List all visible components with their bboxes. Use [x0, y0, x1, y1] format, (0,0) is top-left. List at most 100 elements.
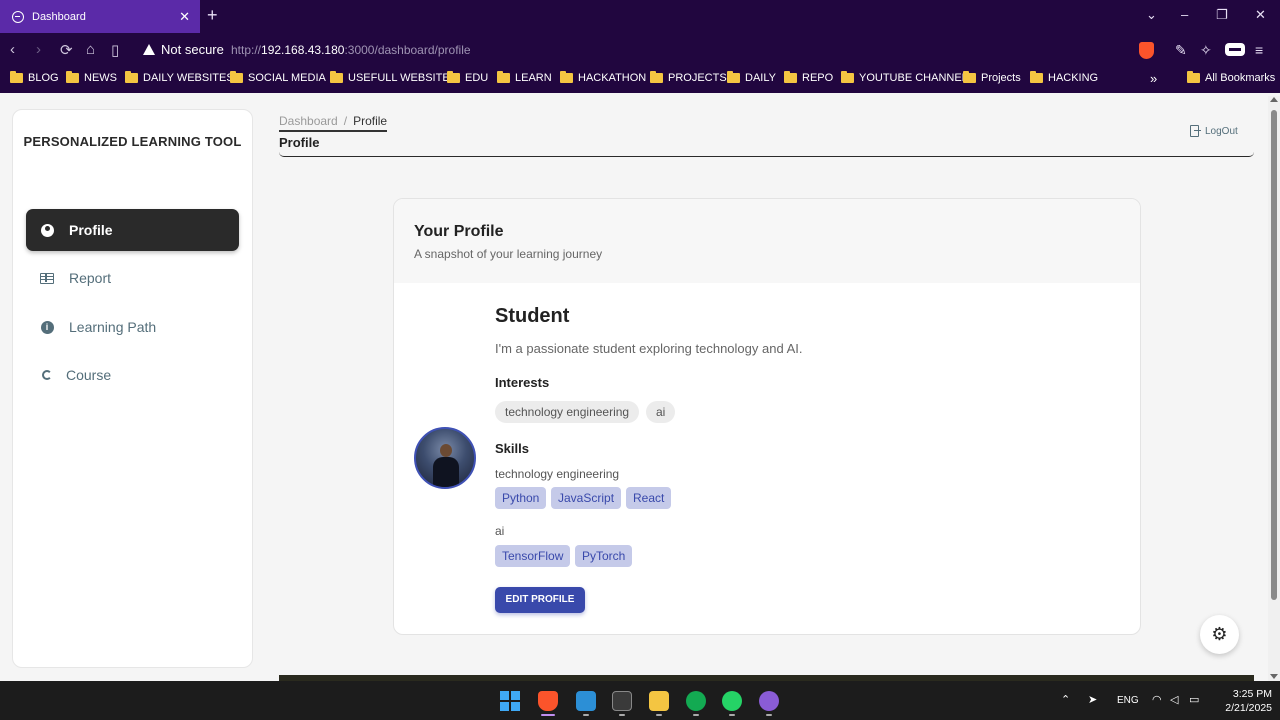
terminal-icon[interactable] — [612, 691, 632, 711]
url-path: :3000/dashboard/profile — [344, 43, 471, 57]
os-taskbar: ⌃ ➤ ENG ◠ ◁ ▭ 3:25 PM 2/21/2025 — [0, 681, 1280, 720]
profile-bio: I'm a passionate student exploring techn… — [495, 341, 803, 356]
header-divider — [279, 152, 1254, 157]
edit-profile-button[interactable]: EDIT PROFILE — [495, 587, 585, 613]
chevron-up-icon[interactable]: ⌃ — [1061, 693, 1070, 706]
person-icon — [40, 223, 54, 237]
language-indicator[interactable]: ENG — [1117, 695, 1139, 706]
bookmark-folder[interactable]: HACKING — [1030, 71, 1098, 84]
tab-title: Dashboard — [32, 10, 86, 23]
system-clock[interactable]: 3:25 PM 2/21/2025 — [1212, 687, 1272, 715]
bookmark-folder[interactable]: EDU — [447, 71, 489, 84]
bookmark-icon[interactable]: ▯ — [111, 41, 119, 59]
breadcrumb-current: Profile — [353, 114, 388, 128]
wallet-icon[interactable] — [1225, 43, 1245, 56]
bookmark-folder[interactable]: YOUTUBE CHANNEL — [841, 71, 968, 84]
volume-icon[interactable]: ◁ — [1170, 693, 1178, 706]
tab-search-icon[interactable]: ⌄ — [1146, 7, 1157, 23]
sidebar-item-profile[interactable]: Profile — [26, 209, 239, 251]
pen-icon[interactable]: ✎ — [1175, 42, 1187, 59]
extensions-icon[interactable]: ✧ — [1200, 42, 1212, 59]
maximize-button[interactable]: ❐ — [1216, 7, 1228, 23]
bookmark-folder[interactable]: PROJECTS — [650, 71, 727, 84]
bookmark-label: REPO — [802, 72, 834, 84]
back-icon[interactable]: ‹ — [10, 41, 15, 58]
bookmark-label: DAILY WEBSITES — [143, 72, 234, 84]
bookmark-folder[interactable]: BLOG — [10, 71, 59, 84]
address-bar: ‹ › ⟳ ⌂ ▯ Not secure http://192.168.43.1… — [0, 33, 1280, 67]
battery-icon[interactable]: ▭ — [1189, 693, 1199, 706]
breadcrumb-underline — [279, 130, 387, 132]
breadcrumb-dashboard[interactable]: Dashboard — [279, 114, 338, 128]
profile-card-header: Your Profile A snapshot of your learning… — [394, 199, 1140, 283]
page-content: PERSONALIZED LEARNING TOOL Profile Repor… — [0, 96, 1268, 681]
security-indicator[interactable]: Not secure — [143, 42, 224, 57]
menu-icon[interactable]: ≡ — [1255, 42, 1263, 58]
sidebar: PERSONALIZED LEARNING TOOL Profile Repor… — [12, 109, 253, 668]
reload-icon[interactable]: ⟳ — [60, 41, 73, 59]
vscode-icon[interactable] — [576, 691, 596, 711]
whatsapp-icon[interactable] — [722, 691, 742, 711]
folder-icon — [447, 71, 460, 83]
bookmark-label: DAILY — [745, 72, 776, 84]
card-subtitle: A snapshot of your learning journey — [414, 247, 603, 261]
github-desktop-icon[interactable] — [759, 691, 779, 711]
bookmark-folder[interactable]: REPO — [784, 71, 834, 84]
brave-shields-icon[interactable] — [1139, 42, 1154, 59]
scroll-up-icon[interactable] — [1270, 97, 1278, 102]
minimize-button[interactable]: – — [1181, 7, 1188, 22]
bookmark-label: SOCIAL MEDIA — [248, 72, 326, 84]
bookmark-label: All Bookmarks — [1205, 72, 1276, 84]
scrollbar-thumb[interactable] — [1271, 110, 1277, 600]
folder-icon — [727, 71, 740, 83]
new-tab-button[interactable]: + — [207, 5, 218, 26]
bookmark-folder[interactable]: SOCIAL MEDIA — [230, 71, 326, 84]
bookmark-label: LEARN — [515, 72, 552, 84]
sidebar-item-learning-path[interactable]: i Learning Path — [26, 306, 239, 348]
browser-tab-dashboard[interactable]: Dashboard ✕ — [0, 0, 200, 33]
sidebar-item-report[interactable]: Report — [26, 257, 239, 299]
windows-start-icon[interactable] — [500, 691, 520, 711]
bookmark-folder[interactable]: HACKATHON — [560, 71, 646, 84]
security-label: Not secure — [161, 42, 224, 57]
bookmark-label: EDU — [465, 72, 489, 84]
info-icon: i — [40, 320, 54, 334]
bookmark-folder[interactable]: DAILY WEBSITES — [125, 71, 234, 84]
file-explorer-icon[interactable] — [649, 691, 669, 711]
bookmark-folder[interactable]: Projects — [963, 71, 1021, 84]
mongodb-compass-icon[interactable] — [686, 691, 706, 711]
url-field[interactable]: http://192.168.43.180:3000/dashboard/pro… — [231, 43, 471, 57]
interest-chip: technology engineering — [495, 401, 640, 423]
folder-icon — [841, 71, 854, 83]
sidebar-item-course[interactable]: Course — [26, 354, 239, 396]
bookmark-label: BLOG — [28, 72, 59, 84]
bookmark-folder[interactable]: USEFULL WEBSITES — [330, 71, 457, 84]
close-window-button[interactable]: ✕ — [1255, 7, 1266, 23]
folder-icon — [230, 71, 243, 83]
settings-fab[interactable]: ⚙ — [1200, 615, 1239, 654]
bookmark-folder[interactable]: DAILY — [727, 71, 776, 84]
folder-icon — [66, 71, 79, 83]
page-scrollbar[interactable] — [1268, 96, 1280, 681]
forward-icon[interactable]: › — [36, 41, 41, 58]
app-indicator — [583, 714, 589, 716]
bookmark-folder[interactable]: NEWS — [66, 71, 117, 84]
folder-icon — [1187, 71, 1200, 83]
table-icon — [40, 272, 54, 284]
telegram-icon[interactable]: ➤ — [1088, 693, 1097, 706]
scroll-down-icon[interactable] — [1270, 674, 1278, 679]
gear-icon: ⚙ — [1211, 624, 1228, 644]
home-icon[interactable]: ⌂ — [86, 41, 95, 58]
folder-icon — [125, 71, 138, 83]
bookmark-folder[interactable]: LEARN — [497, 71, 552, 84]
brave-browser-icon[interactable] — [538, 691, 558, 711]
url-scheme: http:// — [231, 43, 262, 57]
more-bookmarks-icon[interactable]: » — [1150, 71, 1157, 86]
bookmark-label: Projects — [981, 72, 1021, 84]
wifi-icon[interactable]: ◠ — [1152, 693, 1162, 706]
logout-button[interactable]: LogOut — [1190, 125, 1238, 137]
skill-chip: Python — [495, 487, 547, 509]
all-bookmarks-folder[interactable]: All Bookmarks — [1187, 71, 1276, 84]
close-tab-icon[interactable]: ✕ — [179, 9, 190, 25]
app-indicator — [619, 714, 625, 716]
